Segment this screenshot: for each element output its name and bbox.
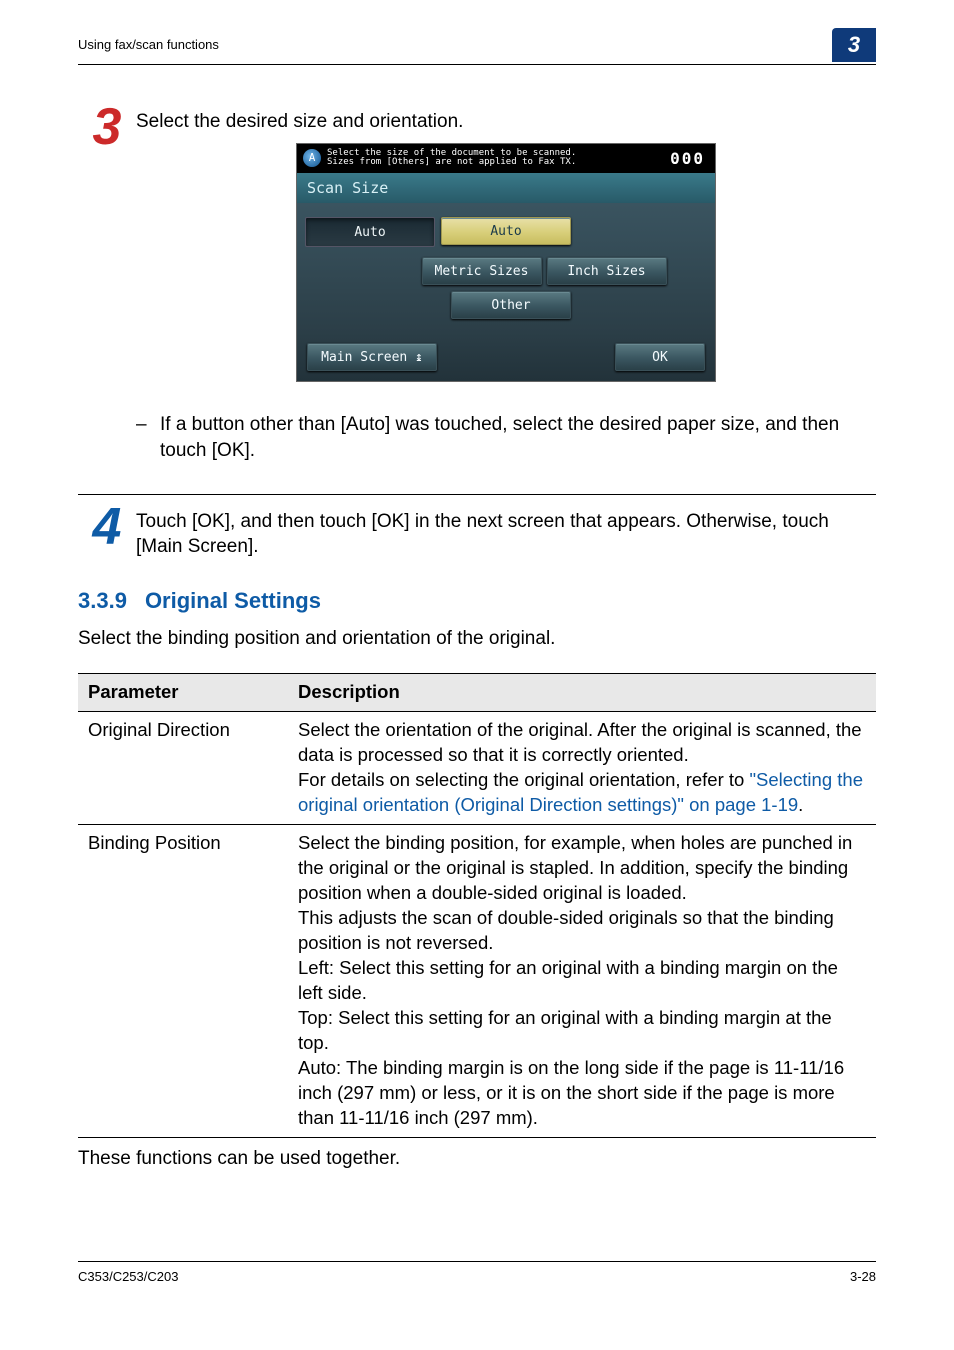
screenshot-hint-text: Select the size of the document to be sc…	[327, 149, 670, 169]
section-after-note: These functions can be used together.	[78, 1146, 876, 1172]
step-number-4: 4	[78, 501, 136, 553]
footer-model: C353/C253/C203	[78, 1268, 178, 1286]
job-counter: 000	[670, 148, 705, 170]
auto-display: Auto	[305, 217, 435, 247]
table-row: Original Direction Select the orientatio…	[78, 712, 876, 825]
header-chapter-number: 3	[832, 28, 876, 62]
param-name: Binding Position	[78, 825, 288, 1138]
th-description: Description	[288, 674, 876, 712]
section-heading: 3.3.9Original Settings	[78, 586, 876, 616]
step-number-3: 3	[78, 101, 136, 153]
header-rule	[78, 64, 876, 65]
screenshot-title: Scan Size	[297, 173, 715, 203]
param-desc: Select the binding position, for example…	[288, 825, 876, 1138]
inch-sizes-button[interactable]: Inch Sizes	[547, 257, 667, 285]
return-arrow-icon: ↨	[415, 349, 423, 367]
step4-text: Touch [OK], and then touch [OK] in the n…	[136, 509, 876, 560]
parameter-table: Parameter Description Original Direction…	[78, 673, 876, 1137]
main-screen-button[interactable]: Main Screen ↨	[307, 343, 437, 371]
header-section-title: Using fax/scan functions	[78, 36, 219, 54]
param-name: Original Direction	[78, 712, 288, 825]
section-intro: Select the binding position and orientat…	[78, 626, 876, 652]
other-button[interactable]: Other	[451, 291, 571, 319]
step3-text: Select the desired size and orientation.	[136, 109, 876, 135]
step4-rule	[78, 494, 876, 495]
table-row: Binding Position Select the binding posi…	[78, 825, 876, 1138]
footer-page-number: 3-28	[850, 1268, 876, 1286]
metric-sizes-button[interactable]: Metric Sizes	[422, 257, 542, 285]
scan-size-screenshot: A Select the size of the document to be …	[296, 143, 716, 383]
param-desc: Select the orientation of the original. …	[288, 712, 876, 825]
th-parameter: Parameter	[78, 674, 288, 712]
step3-note: – If a button other than [Auto] was touc…	[136, 412, 876, 463]
info-icon: A	[303, 149, 321, 167]
ok-button[interactable]: OK	[615, 343, 705, 371]
auto-button[interactable]: Auto	[441, 217, 571, 245]
